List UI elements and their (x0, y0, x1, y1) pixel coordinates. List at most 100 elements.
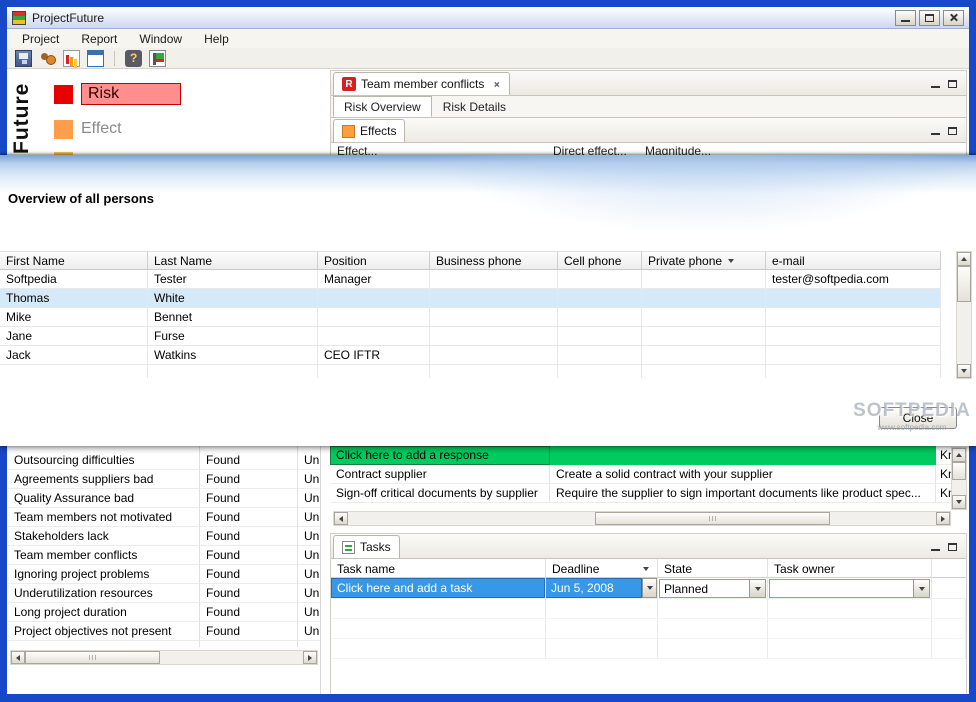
view-minimize-icon[interactable] (931, 80, 940, 88)
scrollbar-track[interactable] (25, 651, 303, 664)
scroll-down-button[interactable] (957, 364, 971, 378)
scroll-down-button[interactable] (952, 495, 966, 509)
team-icon[interactable] (39, 50, 56, 67)
view-maximize-icon[interactable] (948, 127, 957, 135)
add-response-row[interactable]: Click here to add a response Know (330, 446, 967, 465)
window-minimize-button[interactable] (895, 9, 916, 26)
dialog-close-button[interactable]: Close (879, 407, 957, 429)
tab-close-button[interactable] (492, 80, 501, 89)
column-header-first-name[interactable]: First Name (0, 251, 148, 270)
column-header-position[interactable]: Position (318, 251, 430, 270)
column-header-task-name[interactable]: Task name (331, 559, 546, 578)
person-row[interactable]: Jack Watkins CEO IFTR (0, 346, 941, 365)
conflicts-tab-label: Team member conflicts (361, 77, 485, 91)
run-icon[interactable] (149, 49, 166, 67)
person-row[interactable]: Jane Furse (0, 327, 941, 346)
tab-risk-overview[interactable]: Risk Overview (333, 96, 432, 117)
risk-row[interactable]: Underutilization resourcesFoundUnkno (8, 584, 320, 603)
tab-risk-details[interactable]: Risk Details (432, 96, 517, 117)
person-row[interactable]: Mike Bennet (0, 308, 941, 327)
responses-horizontal-scrollbar[interactable] (333, 511, 951, 526)
legend-item-effect[interactable]: Effect (54, 119, 122, 139)
tab-team-member-conflicts[interactable]: R Team member conflicts (333, 72, 511, 95)
risk-row[interactable]: Agreements suppliers badFoundUnkno (8, 470, 320, 489)
column-header-last-name[interactable]: Last Name (148, 251, 318, 270)
scrollbar-track[interactable] (348, 512, 936, 525)
column-header-cell-phone[interactable]: Cell phone (558, 251, 642, 270)
add-task-cell[interactable]: Click here and add a task (331, 578, 545, 598)
report-icon[interactable] (87, 49, 104, 67)
risk-row[interactable]: Stakeholders lackFoundUnkno (8, 527, 320, 546)
column-header-task-owner[interactable]: Task owner (768, 559, 932, 578)
menu-project[interactable]: Project (11, 30, 70, 48)
responses-vertical-scrollbar[interactable] (951, 447, 967, 510)
person-row[interactable]: Softpedia Tester Manager tester@softpedia.c… (0, 270, 941, 289)
risk-row[interactable]: Long project durationFoundUnkno (8, 603, 320, 622)
add-response-cell[interactable]: Click here to add a response (330, 446, 550, 465)
window-maximize-button[interactable] (919, 9, 940, 26)
scroll-left-button[interactable] (334, 512, 348, 525)
column-header-business-phone[interactable]: Business phone (430, 251, 558, 270)
toolbar (7, 48, 969, 69)
risk-row[interactable]: Ignoring project problemsFoundUnkno (8, 565, 320, 584)
dialog-top-glow (0, 155, 976, 193)
scroll-left-button[interactable] (11, 651, 25, 664)
save-icon[interactable] (15, 49, 32, 67)
scrollbar-track[interactable] (952, 462, 966, 495)
state-value: Planned (664, 582, 709, 596)
dialog-title: Overview of all persons (8, 191, 154, 206)
scrollbar-track[interactable] (957, 266, 971, 364)
chart-icon[interactable] (63, 49, 80, 67)
owner-combobox[interactable] (769, 579, 930, 598)
owner-dropdown-button[interactable] (913, 580, 929, 597)
legend-item-risk[interactable]: Risk (54, 83, 181, 105)
risk-row[interactable]: Quality Assurance badFoundUnkno (8, 489, 320, 508)
scrollbar-thumb[interactable] (952, 462, 966, 480)
risk-row[interactable]: Team members not motivatedFoundUnkno (8, 508, 320, 527)
deadline-header-label: Deadline (552, 562, 600, 576)
risk-row[interactable]: Project objectives not presentFoundUnkno (8, 622, 320, 641)
view-maximize-icon[interactable] (948, 543, 957, 551)
scroll-up-button[interactable] (952, 448, 966, 462)
scrollbar-thumb[interactable] (594, 512, 831, 525)
risk-row-partial-bottom (8, 641, 320, 647)
scrollbar-thumb[interactable] (25, 651, 160, 664)
tab-tasks[interactable]: Tasks (333, 535, 400, 558)
scroll-right-button[interactable] (303, 651, 317, 664)
effects-tabbar: Effects (331, 118, 966, 143)
column-header-private-phone[interactable]: Private phone (642, 251, 766, 270)
column-header-direct-effect: Direct effect... (553, 144, 627, 155)
persons-table: First Name Last Name Position Business p… (0, 251, 941, 378)
risk-row[interactable]: Outsourcing difficultiesFoundUnkno (8, 451, 320, 470)
persons-vertical-scrollbar[interactable] (956, 251, 972, 379)
state-combobox[interactable]: Planned (659, 579, 766, 598)
view-maximize-icon[interactable] (948, 80, 957, 88)
risk-list-horizontal-scrollbar[interactable] (10, 650, 318, 665)
deadline-dropdown-button[interactable] (642, 578, 657, 598)
tab-effects[interactable]: Effects (333, 119, 406, 142)
person-row-selected[interactable]: Thomas White (0, 289, 941, 308)
risk-row[interactable]: Team member conflictsFoundUnkno (8, 546, 320, 565)
risk-label: Risk (81, 83, 181, 105)
scrollbar-thumb[interactable] (957, 266, 971, 302)
view-minimize-icon[interactable] (931, 543, 940, 551)
column-header-deadline[interactable]: Deadline (546, 559, 658, 578)
titlebar[interactable]: ProjectFuture (7, 7, 969, 29)
column-header-state[interactable]: State (658, 559, 768, 578)
view-minimize-icon[interactable] (931, 127, 940, 135)
menu-help[interactable]: Help (193, 30, 240, 48)
response-row[interactable]: Sign-off critical documents by supplier … (330, 484, 967, 503)
add-task-row[interactable]: Click here and add a task Jun 5, 2008 Pl… (331, 578, 966, 599)
menu-report[interactable]: Report (70, 30, 128, 48)
scroll-up-button[interactable] (957, 252, 971, 266)
response-row[interactable]: Contract supplier Create a solid contrac… (330, 465, 967, 484)
add-response-fill (550, 446, 936, 465)
help-icon[interactable] (125, 49, 142, 67)
task-deadline-cell[interactable]: Jun 5, 2008 (546, 578, 643, 598)
column-header-email[interactable]: e-mail (766, 251, 941, 270)
state-dropdown-button[interactable] (749, 580, 765, 597)
empty-task-row (331, 599, 966, 619)
scroll-right-button[interactable] (936, 512, 950, 525)
window-close-button[interactable] (943, 9, 964, 26)
menu-window[interactable]: Window (128, 30, 193, 48)
